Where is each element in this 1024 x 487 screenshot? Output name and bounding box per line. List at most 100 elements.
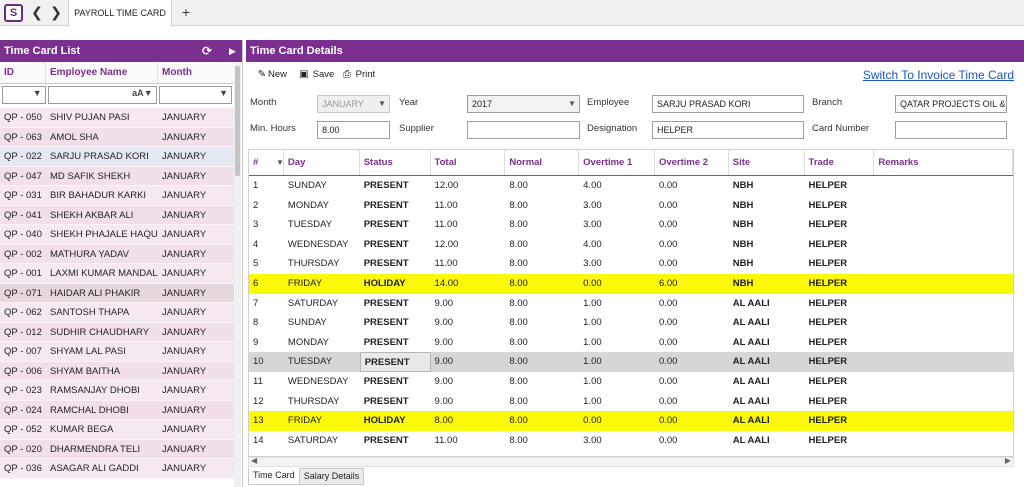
- cell-status[interactable]: PRESENT: [360, 254, 431, 274]
- cell-site[interactable]: NBH: [729, 254, 805, 274]
- cell-site[interactable]: AL AALI: [729, 431, 805, 451]
- cell-total[interactable]: 9.00: [431, 372, 506, 392]
- cell-trade[interactable]: HELPER: [805, 392, 875, 412]
- cell-status[interactable]: PRESENT: [360, 392, 431, 412]
- cell-ot1[interactable]: 4.00: [579, 235, 655, 255]
- cell-day[interactable]: SUNDAY: [284, 313, 360, 333]
- collapse-arrow-icon[interactable]: ▶: [229, 40, 236, 62]
- grid-header-remarks[interactable]: Remarks: [874, 150, 1013, 175]
- cell-normal[interactable]: 8.00: [505, 392, 579, 412]
- list-scrollbar[interactable]: [234, 62, 241, 487]
- list-item[interactable]: QP - 024 RAMCHAL DHOBI JANUARY: [0, 400, 234, 420]
- cell-ot1[interactable]: 1.00: [579, 352, 655, 372]
- list-item[interactable]: QP - 023 RAMSANJAY DHOBI JANUARY: [0, 381, 234, 401]
- back-arrow-icon[interactable]: ❮: [29, 3, 45, 21]
- id-filter-input[interactable]: ▼: [2, 86, 46, 104]
- cell-status[interactable]: PRESENT: [360, 431, 431, 451]
- cell-normal[interactable]: 8.00: [505, 372, 579, 392]
- cell-remarks[interactable]: [874, 176, 1013, 196]
- cell-ot2[interactable]: 0.00: [655, 392, 729, 412]
- cell-ot1[interactable]: 1.00: [579, 313, 655, 333]
- cell-site[interactable]: AL AALI: [729, 294, 805, 314]
- cell-ot2[interactable]: 0.00: [655, 352, 729, 372]
- grid-header-total[interactable]: Total: [431, 150, 506, 175]
- cell-day[interactable]: SATURDAY: [284, 294, 360, 314]
- cell-total[interactable]: 12.00: [431, 235, 506, 255]
- list-item[interactable]: QP - 002 MATHURA YADAV JANUARY: [0, 244, 234, 264]
- cell-ot1[interactable]: 3.00: [579, 196, 655, 216]
- cell-site[interactable]: AL AALI: [729, 352, 805, 372]
- cell-total[interactable]: 14.00: [431, 274, 506, 294]
- cell-remarks[interactable]: [874, 196, 1013, 216]
- table-row[interactable]: 7 SATURDAY PRESENT 9.00 8.00 1.00 0.00 AL AALI H…: [249, 293, 1013, 314]
- cell-day[interactable]: SATURDAY: [284, 431, 360, 451]
- cell-total[interactable]: 9.00: [431, 294, 506, 314]
- cell-normal[interactable]: 8.00: [505, 235, 579, 255]
- cell-site[interactable]: NBH: [729, 235, 805, 255]
- grid-header-status[interactable]: Status: [360, 150, 431, 175]
- cell-ot1[interactable]: 3.00: [579, 254, 655, 274]
- new-button[interactable]: ✎ New: [256, 67, 287, 83]
- cell-trade[interactable]: HELPER: [805, 215, 875, 235]
- cell-normal[interactable]: 8.00: [505, 176, 579, 196]
- save-button[interactable]: ▣ Save: [298, 67, 334, 83]
- cell-ot1[interactable]: 1.00: [579, 372, 655, 392]
- tab-time-card[interactable]: Time Card: [248, 468, 300, 485]
- list-item[interactable]: QP - 036 ASAGAR ALI GADDI JANUARY: [0, 459, 234, 479]
- cell-total[interactable]: 9.00: [431, 333, 506, 353]
- cell-remarks[interactable]: [874, 411, 1013, 431]
- cell-remarks[interactable]: [874, 254, 1013, 274]
- cell-status[interactable]: PRESENT: [360, 313, 431, 333]
- filter-icon[interactable]: ▼: [144, 88, 153, 98]
- cell-trade[interactable]: HELPER: [805, 196, 875, 216]
- supplier-field[interactable]: [467, 121, 580, 139]
- table-row[interactable]: 14 SATURDAY PRESENT 11.00 8.00 3.00 0.00 AL AAL…: [249, 430, 1013, 451]
- cell-remarks[interactable]: [874, 392, 1013, 412]
- cell-trade[interactable]: HELPER: [805, 176, 875, 196]
- scroll-left-icon[interactable]: ◀: [251, 456, 257, 465]
- table-row[interactable]: 12 THURSDAY PRESENT 9.00 8.00 1.00 0.00 AL AALI…: [249, 391, 1013, 412]
- cell-site[interactable]: AL AALI: [729, 333, 805, 353]
- cell-trade[interactable]: HELPER: [805, 274, 875, 294]
- cell-total[interactable]: 9.00: [431, 313, 506, 333]
- grid-header-trade[interactable]: Trade: [805, 150, 875, 175]
- card-number-field[interactable]: [895, 121, 1007, 139]
- list-item[interactable]: QP - 022 SARJU PRASAD KORI JANUARY: [0, 147, 234, 167]
- cell-site[interactable]: NBH: [729, 274, 805, 294]
- cell-remarks[interactable]: [874, 235, 1013, 255]
- table-row[interactable]: 2 MONDAY PRESENT 11.00 8.00 3.00 0.00 NBH HELPER: [249, 195, 1013, 216]
- cell-day[interactable]: FRIDAY: [284, 411, 360, 431]
- cell-day[interactable]: THURSDAY: [284, 254, 360, 274]
- cell-ot2[interactable]: 0.00: [655, 431, 729, 451]
- cell-status[interactable]: HOLIDAY: [360, 274, 431, 294]
- cell-day[interactable]: WEDNESDAY: [284, 235, 360, 255]
- table-row[interactable]: 4 WEDNESDAY PRESENT 12.00 8.00 4.00 0.00 NBH HEL…: [249, 234, 1013, 255]
- min-hours-field[interactable]: 8.00: [317, 121, 390, 139]
- cell-normal[interactable]: 8.00: [505, 196, 579, 216]
- forward-arrow-icon[interactable]: ❯: [48, 3, 64, 21]
- cell-trade[interactable]: HELPER: [805, 235, 875, 255]
- cell-trade[interactable]: HELPER: [805, 313, 875, 333]
- table-row[interactable]: 9 MONDAY PRESENT 9.00 8.00 1.00 0.00 AL AALI HEL…: [249, 332, 1013, 353]
- filter-icon[interactable]: ▼: [276, 158, 284, 167]
- list-item[interactable]: QP - 052 KUMAR BEGA JANUARY: [0, 420, 234, 440]
- cell-day[interactable]: THURSDAY: [284, 392, 360, 412]
- month-select[interactable]: JANUARY ▼: [317, 95, 390, 113]
- cell-ot1[interactable]: 3.00: [579, 215, 655, 235]
- cell-site[interactable]: NBH: [729, 196, 805, 216]
- cell-site[interactable]: AL AALI: [729, 313, 805, 333]
- cell-ot2[interactable]: 0.00: [655, 235, 729, 255]
- cell-site[interactable]: AL AALI: [729, 392, 805, 412]
- cell-status[interactable]: PRESENT: [360, 215, 431, 235]
- branch-field[interactable]: QATAR PROJECTS OIL & GAS: [895, 95, 1007, 113]
- cell-normal[interactable]: 8.00: [505, 274, 579, 294]
- month-filter-input[interactable]: ▼: [158, 86, 232, 104]
- cell-remarks[interactable]: [874, 294, 1013, 314]
- cell-remarks[interactable]: [874, 313, 1013, 333]
- cell-status[interactable]: PRESENT: [360, 235, 431, 255]
- cell-normal[interactable]: 8.00: [505, 313, 579, 333]
- cell-ot2[interactable]: 0.00: [655, 411, 729, 431]
- cell-remarks[interactable]: [874, 274, 1013, 294]
- cell-ot2[interactable]: 0.00: [655, 176, 729, 196]
- cell-site[interactable]: AL AALI: [729, 372, 805, 392]
